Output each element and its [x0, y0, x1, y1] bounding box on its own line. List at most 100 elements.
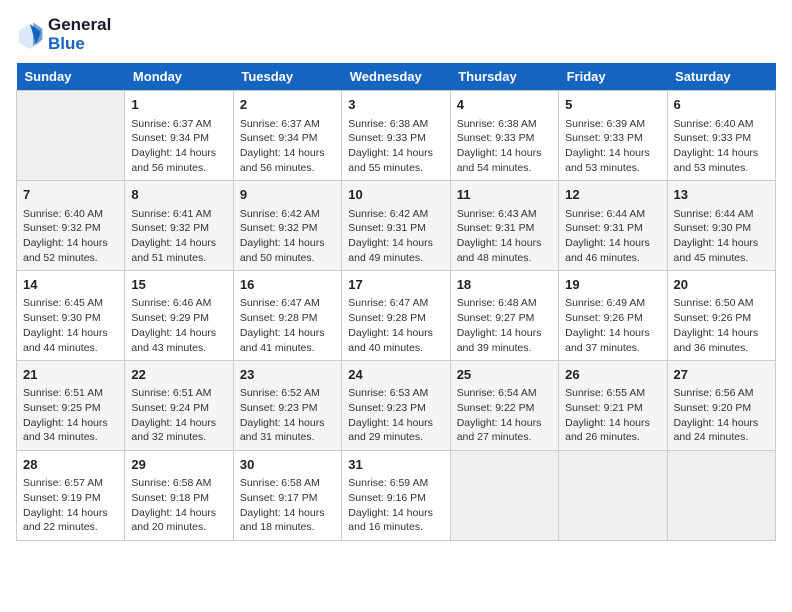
- calendar-table: SundayMondayTuesdayWednesdayThursdayFrid…: [16, 63, 776, 541]
- calendar-cell: 2Sunrise: 6:37 AMSunset: 9:34 PMDaylight…: [233, 91, 341, 181]
- weekday-header: Wednesday: [342, 63, 450, 91]
- calendar-week-row: 1Sunrise: 6:37 AMSunset: 9:34 PMDaylight…: [17, 91, 776, 181]
- day-info: Sunrise: 6:58 AMSunset: 9:18 PMDaylight:…: [131, 476, 226, 535]
- day-number: 27: [674, 366, 769, 384]
- day-info: Sunrise: 6:54 AMSunset: 9:22 PMDaylight:…: [457, 386, 552, 445]
- day-info: Sunrise: 6:38 AMSunset: 9:33 PMDaylight:…: [457, 117, 552, 176]
- calendar-cell: 30 Sunrise: 6:58 AMSunset: 9:17 PMDayligh…: [233, 451, 341, 541]
- calendar-cell: 19 Sunrise: 6:49 AMSunset: 9:26 PMDayligh…: [559, 271, 667, 361]
- logo-text: General Blue: [48, 16, 111, 53]
- calendar-cell: 4 Sunrise: 6:38 AMSunset: 9:33 PMDaylight…: [450, 91, 558, 181]
- calendar-cell: 14 Sunrise: 6:45 AMSunset: 9:30 PMDayligh…: [17, 271, 125, 361]
- day-info: Sunrise: 6:37 AMSunset: 9:34 PMDaylight:…: [131, 117, 226, 176]
- weekday-header: Sunday: [17, 63, 125, 91]
- day-info: Sunrise: 6:51 AMSunset: 9:24 PMDaylight:…: [131, 386, 226, 445]
- calendar-cell: 3 Sunrise: 6:38 AMSunset: 9:33 PMDaylight…: [342, 91, 450, 181]
- day-number: 11: [457, 186, 552, 204]
- calendar-cell: 24Sunrise: 6:53 AMSunset: 9:23 PMDayligh…: [342, 361, 450, 451]
- calendar-cell: 25 Sunrise: 6:54 AMSunset: 9:22 PMDayligh…: [450, 361, 558, 451]
- day-info: Sunrise: 6:58 AMSunset: 9:17 PMDaylight:…: [240, 476, 335, 535]
- day-number: 19: [565, 276, 660, 294]
- day-number: 9: [240, 186, 335, 204]
- calendar-cell: [559, 451, 667, 541]
- day-info: Sunrise: 6:47 AMSunset: 9:28 PMDaylight:…: [348, 296, 443, 355]
- day-info: Sunrise: 6:37 AMSunset: 9:34 PMDaylight:…: [240, 117, 335, 176]
- day-info: Sunrise: 6:45 AMSunset: 9:30 PMDaylight:…: [23, 296, 118, 355]
- day-number: 3: [348, 96, 443, 114]
- day-number: 30: [240, 456, 335, 474]
- calendar-cell: 28 Sunrise: 6:57 AMSunset: 9:19 PMDayligh…: [17, 451, 125, 541]
- day-number: 22: [131, 366, 226, 384]
- day-number: 18: [457, 276, 552, 294]
- day-info: Sunrise: 6:42 AMSunset: 9:32 PMDaylight:…: [240, 207, 335, 266]
- calendar-cell: 7Sunrise: 6:40 AMSunset: 9:32 PMDaylight…: [17, 181, 125, 271]
- calendar-cell: 27 Sunrise: 6:56 AMSunset: 9:20 PMDayligh…: [667, 361, 775, 451]
- calendar-cell: 9 Sunrise: 6:42 AMSunset: 9:32 PMDaylight…: [233, 181, 341, 271]
- calendar-cell: 5 Sunrise: 6:39 AMSunset: 9:33 PMDaylight…: [559, 91, 667, 181]
- weekday-header: Saturday: [667, 63, 775, 91]
- calendar-week-row: 21 Sunrise: 6:51 AMSunset: 9:25 PMDayligh…: [17, 361, 776, 451]
- day-number: 5: [565, 96, 660, 114]
- day-number: 25: [457, 366, 552, 384]
- day-number: 16: [240, 276, 335, 294]
- day-info: Sunrise: 6:50 AMSunset: 9:26 PMDaylight:…: [674, 296, 769, 355]
- calendar-cell: 20Sunrise: 6:50 AMSunset: 9:26 PMDayligh…: [667, 271, 775, 361]
- calendar-cell: [17, 91, 125, 181]
- day-info: Sunrise: 6:47 AMSunset: 9:28 PMDaylight:…: [240, 296, 335, 355]
- day-info: Sunrise: 6:48 AMSunset: 9:27 PMDaylight:…: [457, 296, 552, 355]
- day-info: Sunrise: 6:51 AMSunset: 9:25 PMDaylight:…: [23, 386, 118, 445]
- day-info: Sunrise: 6:44 AMSunset: 9:31 PMDaylight:…: [565, 207, 660, 266]
- weekday-header: Monday: [125, 63, 233, 91]
- weekday-header: Tuesday: [233, 63, 341, 91]
- page-header: General Blue: [16, 16, 776, 53]
- day-info: Sunrise: 6:44 AMSunset: 9:30 PMDaylight:…: [674, 207, 769, 266]
- calendar-cell: [667, 451, 775, 541]
- calendar-cell: 15 Sunrise: 6:46 AMSunset: 9:29 PMDayligh…: [125, 271, 233, 361]
- calendar-cell: 11 Sunrise: 6:43 AMSunset: 9:31 PMDayligh…: [450, 181, 558, 271]
- day-number: 7: [23, 186, 118, 204]
- day-info: Sunrise: 6:55 AMSunset: 9:21 PMDaylight:…: [565, 386, 660, 445]
- day-info: Sunrise: 6:46 AMSunset: 9:29 PMDaylight:…: [131, 296, 226, 355]
- day-info: Sunrise: 6:41 AMSunset: 9:32 PMDaylight:…: [131, 207, 226, 266]
- calendar-week-row: 7Sunrise: 6:40 AMSunset: 9:32 PMDaylight…: [17, 181, 776, 271]
- calendar-cell: 26Sunrise: 6:55 AMSunset: 9:21 PMDayligh…: [559, 361, 667, 451]
- day-info: Sunrise: 6:56 AMSunset: 9:20 PMDaylight:…: [674, 386, 769, 445]
- day-info: Sunrise: 6:39 AMSunset: 9:33 PMDaylight:…: [565, 117, 660, 176]
- calendar-cell: 21 Sunrise: 6:51 AMSunset: 9:25 PMDayligh…: [17, 361, 125, 451]
- day-number: 15: [131, 276, 226, 294]
- logo: General Blue: [16, 16, 111, 53]
- logo-icon: [16, 21, 44, 49]
- calendar-cell: [450, 451, 558, 541]
- calendar-week-row: 28 Sunrise: 6:57 AMSunset: 9:19 PMDayligh…: [17, 451, 776, 541]
- calendar-cell: 29 Sunrise: 6:58 AMSunset: 9:18 PMDayligh…: [125, 451, 233, 541]
- calendar-cell: 22 Sunrise: 6:51 AMSunset: 9:24 PMDayligh…: [125, 361, 233, 451]
- calendar-cell: 8 Sunrise: 6:41 AMSunset: 9:32 PMDaylight…: [125, 181, 233, 271]
- day-number: 13: [674, 186, 769, 204]
- day-number: 17: [348, 276, 443, 294]
- day-number: 24: [348, 366, 443, 384]
- day-number: 31: [348, 456, 443, 474]
- calendar-cell: 18 Sunrise: 6:48 AMSunset: 9:27 PMDayligh…: [450, 271, 558, 361]
- day-number: 23: [240, 366, 335, 384]
- day-number: 8: [131, 186, 226, 204]
- calendar-cell: 12Sunrise: 6:44 AMSunset: 9:31 PMDayligh…: [559, 181, 667, 271]
- day-info: Sunrise: 6:49 AMSunset: 9:26 PMDaylight:…: [565, 296, 660, 355]
- day-info: Sunrise: 6:38 AMSunset: 9:33 PMDaylight:…: [348, 117, 443, 176]
- calendar-cell: 31Sunrise: 6:59 AMSunset: 9:16 PMDayligh…: [342, 451, 450, 541]
- day-info: Sunrise: 6:42 AMSunset: 9:31 PMDaylight:…: [348, 207, 443, 266]
- day-info: Sunrise: 6:52 AMSunset: 9:23 PMDaylight:…: [240, 386, 335, 445]
- day-number: 14: [23, 276, 118, 294]
- day-info: Sunrise: 6:40 AMSunset: 9:33 PMDaylight:…: [674, 117, 769, 176]
- day-number: 10: [348, 186, 443, 204]
- day-number: 28: [23, 456, 118, 474]
- day-info: Sunrise: 6:43 AMSunset: 9:31 PMDaylight:…: [457, 207, 552, 266]
- day-number: 6: [674, 96, 769, 114]
- day-number: 4: [457, 96, 552, 114]
- weekday-header: Thursday: [450, 63, 558, 91]
- day-info: Sunrise: 6:57 AMSunset: 9:19 PMDaylight:…: [23, 476, 118, 535]
- calendar-week-row: 14 Sunrise: 6:45 AMSunset: 9:30 PMDayligh…: [17, 271, 776, 361]
- day-number: 29: [131, 456, 226, 474]
- day-number: 21: [23, 366, 118, 384]
- calendar-cell: 6 Sunrise: 6:40 AMSunset: 9:33 PMDaylight…: [667, 91, 775, 181]
- calendar-cell: 13 Sunrise: 6:44 AMSunset: 9:30 PMDayligh…: [667, 181, 775, 271]
